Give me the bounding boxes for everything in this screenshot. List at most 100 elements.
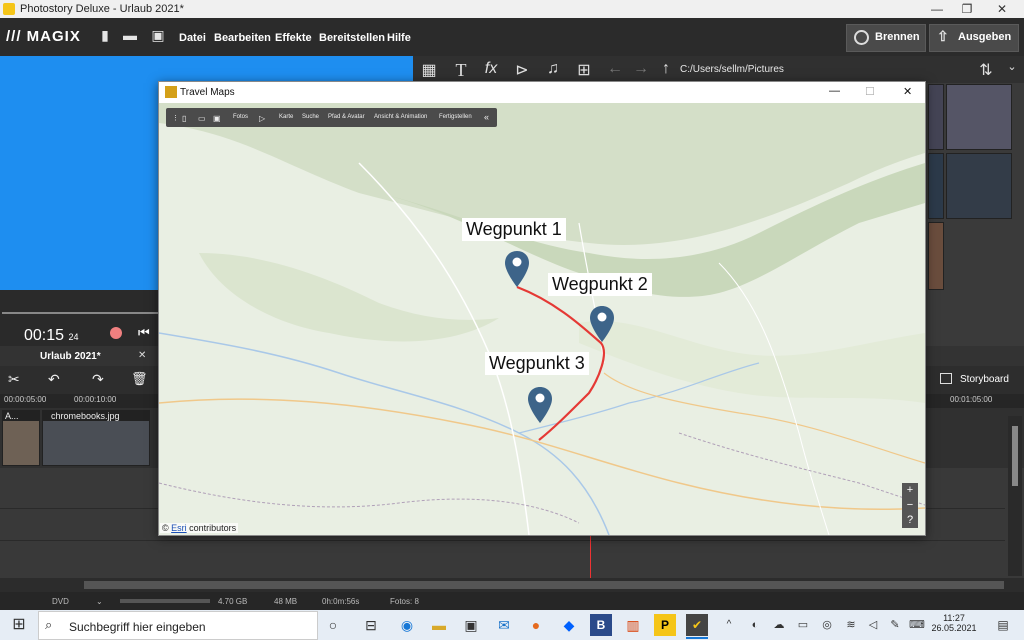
- media-thumbnail[interactable]: [928, 84, 944, 150]
- media-thumbnail[interactable]: [946, 153, 1012, 219]
- photostory-icon[interactable]: P: [654, 614, 676, 636]
- folder-path[interactable]: C:/Users/sellm/Pictures: [680, 64, 784, 75]
- back-arrow-icon[interactable]: ←: [605, 60, 625, 78]
- open-map-icon[interactable]: ▭: [198, 114, 206, 123]
- media-thumbnail[interactable]: [946, 84, 1012, 150]
- tm-close-icon[interactable]: ✕: [903, 85, 912, 98]
- undo-icon[interactable]: ↶: [48, 371, 60, 388]
- vertical-scrollbar[interactable]: [1008, 416, 1022, 576]
- disc-capacity: 4.70 GB: [218, 597, 248, 606]
- music-icon[interactable]: ♫: [543, 60, 563, 78]
- menu-bearbeiten[interactable]: Bearbeiten: [214, 32, 271, 44]
- record-button[interactable]: [110, 327, 122, 339]
- save-map-icon[interactable]: ▣: [213, 114, 221, 123]
- tab-karte[interactable]: Karte: [279, 114, 293, 120]
- collapse-toolbar-icon[interactable]: «: [484, 112, 489, 122]
- waypoint-1-pin[interactable]: [505, 251, 529, 287]
- horizontal-scrollbar[interactable]: [0, 578, 1024, 592]
- open-folder-icon[interactable]: ▬: [122, 27, 138, 45]
- storyboard-button[interactable]: Storyboard: [960, 374, 1009, 385]
- sort-icon[interactable]: ⇅: [976, 60, 996, 80]
- onedrive-icon[interactable]: ☁: [768, 614, 790, 636]
- tab-pfad-avatar[interactable]: Pfad & Avatar: [328, 114, 365, 120]
- tray-app-icon[interactable]: ◐: [744, 614, 766, 636]
- app-b-icon[interactable]: B: [590, 614, 612, 636]
- waypoint-2-label[interactable]: Wegpunkt 2: [548, 273, 652, 296]
- battery-icon[interactable]: ▭: [792, 614, 814, 636]
- mail-icon[interactable]: ✉: [493, 614, 515, 636]
- menu-hilfe[interactable]: Hilfe: [387, 32, 411, 44]
- menu-datei[interactable]: Datei: [179, 32, 206, 44]
- menu-effekte[interactable]: Effekte: [275, 32, 312, 44]
- format-dropdown-icon[interactable]: ⌄: [96, 597, 103, 606]
- up-arrow-icon[interactable]: ↑: [656, 60, 676, 78]
- keyboard-icon[interactable]: ⌨: [906, 614, 928, 636]
- map-view[interactable]: Wegpunkt 1 Wegpunkt 2 Wegpunkt 3 + − ? ©…: [159, 103, 925, 535]
- waypoint-3-label[interactable]: Wegpunkt 3: [485, 352, 589, 375]
- tm-maximize-icon[interactable]: ☐: [865, 85, 875, 98]
- tab-ansicht-animation[interactable]: Ansicht & Animation: [374, 114, 427, 120]
- close-icon[interactable]: ✕: [995, 2, 1009, 16]
- delete-icon[interactable]: 🗑: [131, 371, 148, 387]
- chevron-down-icon[interactable]: ⌄: [1002, 60, 1022, 73]
- clip[interactable]: A...: [2, 410, 40, 466]
- pen-icon[interactable]: ✎: [884, 614, 906, 636]
- esri-link[interactable]: Esri: [171, 523, 187, 533]
- tray-icon[interactable]: ◎: [816, 614, 838, 636]
- waypoint-2-pin[interactable]: [590, 306, 614, 342]
- tray-chevron-icon[interactable]: ^: [718, 614, 740, 636]
- media-thumbnail[interactable]: [928, 222, 944, 290]
- export-button[interactable]: ⇧ Ausgeben: [929, 24, 1019, 52]
- text-icon[interactable]: T: [451, 60, 471, 81]
- media-thumbnail[interactable]: [928, 153, 944, 219]
- zoom-in-button[interactable]: +: [902, 483, 918, 498]
- tm-minimize-icon[interactable]: —: [829, 85, 840, 97]
- menu-bereitstellen[interactable]: Bereitstellen: [319, 32, 385, 44]
- travel-maps-taskbar-icon[interactable]: ✔: [686, 614, 708, 636]
- redo-icon[interactable]: ↷: [92, 371, 104, 388]
- disc-format[interactable]: DVD: [52, 597, 69, 606]
- wifi-icon[interactable]: ≋: [840, 614, 862, 636]
- new-file-icon[interactable]: ▮: [97, 27, 113, 45]
- volume-icon[interactable]: ◁: [862, 614, 884, 636]
- restore-icon[interactable]: ❐: [960, 2, 974, 16]
- help-icon[interactable]: ?: [902, 513, 918, 528]
- scissors-icon[interactable]: ✂: [8, 371, 20, 388]
- ruler-label: 00:00:05:00: [4, 395, 47, 404]
- explorer-icon[interactable]: ▬: [428, 614, 450, 636]
- firefox-icon[interactable]: ●: [525, 614, 547, 636]
- burn-button[interactable]: Brennen: [846, 24, 926, 52]
- drag-handle-icon[interactable]: ⋮: [172, 114, 179, 122]
- cart-icon[interactable]: ⊞: [574, 60, 594, 80]
- forward-arrow-icon[interactable]: →: [631, 60, 651, 78]
- clip[interactable]: chromebooks.jpg: [42, 410, 150, 466]
- office-icon[interactable]: ▥: [622, 614, 644, 636]
- dropbox-icon[interactable]: ◆: [558, 614, 580, 636]
- play-icon[interactable]: ▷: [259, 114, 265, 123]
- transition-icon[interactable]: ⊳: [512, 60, 532, 80]
- project-tab[interactable]: Urlaub 2021*: [40, 351, 101, 362]
- tab-fotos[interactable]: Fotos: [233, 114, 248, 120]
- search-input[interactable]: Suchbegriff hier eingeben: [69, 620, 206, 634]
- windows-start-icon[interactable]: ⊞: [8, 614, 30, 636]
- skip-start-icon[interactable]: ⏮: [138, 325, 150, 341]
- store-icon[interactable]: ▣: [460, 614, 482, 636]
- edge-icon[interactable]: ◉: [396, 614, 418, 636]
- notifications-icon[interactable]: ▤: [992, 614, 1014, 636]
- tab-suche[interactable]: Suche: [302, 114, 319, 120]
- playhead[interactable]: [590, 536, 591, 578]
- tab-fertigstellen[interactable]: Fertigstellen: [439, 114, 472, 120]
- grid-icon[interactable]: ▦: [419, 60, 439, 80]
- close-project-icon[interactable]: ✕: [138, 350, 146, 361]
- task-view-icon[interactable]: ⊟: [360, 614, 382, 636]
- taskbar-search[interactable]: ⌕ Suchbegriff hier eingeben: [38, 611, 318, 640]
- clock[interactable]: 11:27 26.05.2021: [930, 613, 978, 633]
- waypoint-1-label[interactable]: Wegpunkt 1: [462, 218, 566, 241]
- save-icon[interactable]: ▣: [150, 27, 166, 45]
- fx-icon[interactable]: fx: [481, 60, 501, 78]
- cortana-icon[interactable]: ○: [322, 614, 344, 636]
- waypoint-3-pin[interactable]: [528, 387, 552, 423]
- new-map-icon[interactable]: ▯: [182, 114, 186, 123]
- zoom-out-button[interactable]: −: [902, 498, 918, 513]
- minimize-icon[interactable]: —: [930, 2, 944, 16]
